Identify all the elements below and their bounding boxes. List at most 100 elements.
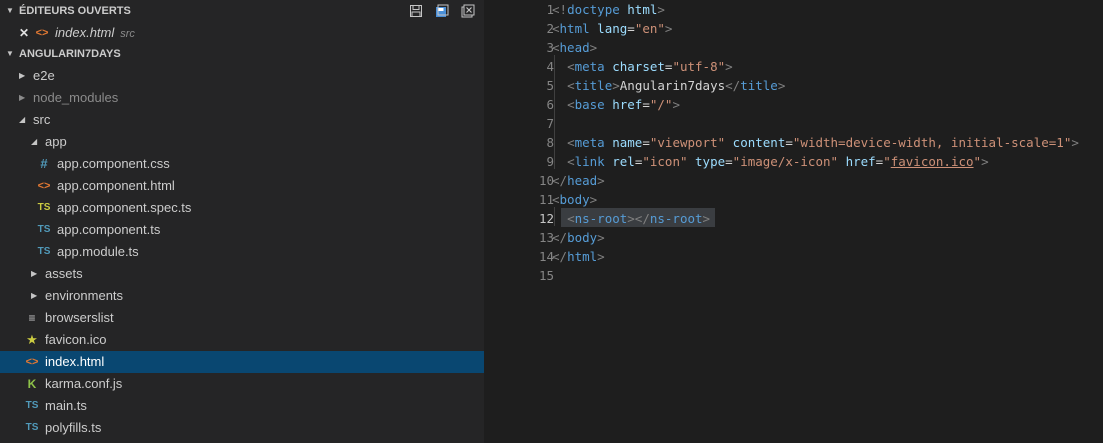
code-token: > <box>597 173 605 188</box>
text-file-icon: ≡ <box>28 311 36 325</box>
save-icon[interactable] <box>434 3 450 19</box>
tree-item-label: favicon.ico <box>45 332 107 347</box>
code-token: </ <box>552 173 568 188</box>
line-number: 15 <box>538 268 554 283</box>
typescript-spec-file-icon: TS <box>37 202 51 213</box>
code-line[interactable]: <link rel="icon" type="image/x-icon" hre… <box>552 152 989 171</box>
tree-folder-app[interactable]: ◢ app <box>0 131 484 153</box>
code-token: content <box>732 135 786 150</box>
tree-folder-node-modules[interactable]: ▶ node_modules <box>0 87 484 109</box>
tree-file-main-ts[interactable]: TS main.ts <box>0 395 484 417</box>
line-number: 14 <box>538 249 554 264</box>
line-number: 1 <box>546 2 554 17</box>
tree-file-app-module-ts[interactable]: TS app.module.ts <box>0 241 484 263</box>
tree-item-label: app.module.ts <box>57 244 139 259</box>
code-line[interactable]: <body> <box>552 190 597 209</box>
code-token: title <box>740 78 778 93</box>
tree-folder-assets[interactable]: ▶ assets <box>0 263 484 285</box>
line-number: 5 <box>546 78 554 93</box>
code-token: = <box>785 135 793 150</box>
code-token: > <box>725 59 733 74</box>
tree-item-label: app.component.html <box>57 178 175 193</box>
code-line[interactable]: <!doctype html> <box>552 0 665 19</box>
code-line[interactable]: </head> <box>552 171 605 190</box>
code-line[interactable]: <title>Angularin7days</title> <box>552 76 785 95</box>
code-token: charset <box>612 59 665 74</box>
tree-item-label: app <box>45 134 67 149</box>
code-token: > <box>981 154 989 169</box>
code-token: link <box>574 154 605 169</box>
code-token: </ <box>552 249 568 264</box>
tree-item-label: karma.conf.js <box>45 376 123 391</box>
tree-item-label: app.component.css <box>57 156 170 171</box>
line-number: 10 <box>538 173 554 188</box>
tree-folder-environments[interactable]: ▶ environments <box>0 285 484 307</box>
tree-file-browserslist[interactable]: ≡ browserslist <box>0 307 484 329</box>
code-line[interactable]: </html> <box>552 247 605 266</box>
code-token: html <box>567 249 598 264</box>
tree-item-label: assets <box>45 266 83 281</box>
tree-file-app-component-html[interactable]: <> app.component.html <box>0 175 484 197</box>
tree-folder-e2e[interactable]: ▶ e2e <box>0 65 484 87</box>
project-header[interactable]: ▼ ANGULARIN7DAYS <box>0 43 484 65</box>
code-token: "viewport" <box>649 135 726 150</box>
code-token: > <box>777 78 786 93</box>
tree-file-app-component-css[interactable]: # app.component.css <box>0 153 484 175</box>
open-editors-title: ÉDITEURS OUVERTS <box>19 5 131 17</box>
star-icon: ★ <box>26 332 38 347</box>
code-token: ></ <box>627 211 650 226</box>
code-line[interactable]: <base href="/"> <box>552 95 680 114</box>
html-file-icon: <> <box>37 180 51 192</box>
code-token: head <box>559 40 590 55</box>
chevron-right-icon: ▶ <box>19 93 26 102</box>
tree-file-index-html[interactable]: <> index.html <box>0 351 484 373</box>
code-line[interactable]: <html lang="en"> <box>552 19 672 38</box>
typescript-file-icon: TS <box>37 224 51 235</box>
code-line[interactable]: <meta name="viewport" content="width=dev… <box>552 133 1079 152</box>
code-token: > <box>597 230 605 245</box>
explorer-sidebar: ▼ ÉDITEURS OUVERTS ✕ <> index.html src ▼ … <box>0 0 484 443</box>
tree-file-favicon-ico[interactable]: ★ favicon.ico <box>0 329 484 351</box>
line-number: 7 <box>546 116 554 131</box>
open-editors-header[interactable]: ▼ ÉDITEURS OUVERTS <box>0 0 484 22</box>
code-token: > <box>702 211 711 226</box>
code-token: head <box>567 173 598 188</box>
tree-file-karma-conf-js[interactable]: K karma.conf.js <box>0 373 484 395</box>
save-all-icon[interactable] <box>408 3 424 19</box>
open-editor-path: src <box>120 28 135 40</box>
code-token: "width=device-width, initial-scale=1" <box>792 135 1072 150</box>
code-editor[interactable]: 1 2 3 4 5 6 7 8 9 10 11 12 13 14 15 <!doctype html> <ht… <box>484 0 1103 443</box>
tree-item-label: browserslist <box>45 310 114 325</box>
tree-file-app-component-spec-ts[interactable]: TS app.component.spec.ts <box>0 197 484 219</box>
code-token: < <box>567 154 575 169</box>
html-file-icon: <> <box>25 356 39 368</box>
code-token: name <box>612 135 643 150</box>
code-line[interactable]: </body> <box>552 228 605 247</box>
tree-item-label: node_modules <box>33 90 119 105</box>
code-token: rel <box>612 154 635 169</box>
code-token: "utf-8" <box>672 59 726 74</box>
tree-folder-src[interactable]: ◢ src <box>0 109 484 131</box>
close-all-icon[interactable] <box>460 3 476 19</box>
chevron-right-icon: ▶ <box>31 291 38 300</box>
chevron-right-icon: ▶ <box>19 71 26 80</box>
tree-file-polyfills-ts[interactable]: TS polyfills.ts <box>0 417 484 439</box>
code-token: href <box>845 154 876 169</box>
code-token: ns-root <box>649 211 703 226</box>
close-icon[interactable]: ✕ <box>19 22 29 44</box>
code-line[interactable]: <ns-root></ns-root> <box>552 209 710 228</box>
code-token: "icon" <box>642 154 688 169</box>
code-line[interactable]: <head> <box>552 38 597 57</box>
typescript-file-icon: TS <box>37 246 51 257</box>
code-token: < <box>567 78 575 93</box>
chevron-down-icon: ▼ <box>6 49 14 58</box>
code-line[interactable]: <meta charset="utf-8"> <box>552 57 733 76</box>
open-editor-item[interactable]: ✕ <> index.html src <box>0 22 484 44</box>
tree-file-app-component-ts[interactable]: TS app.component.ts <box>0 219 484 241</box>
